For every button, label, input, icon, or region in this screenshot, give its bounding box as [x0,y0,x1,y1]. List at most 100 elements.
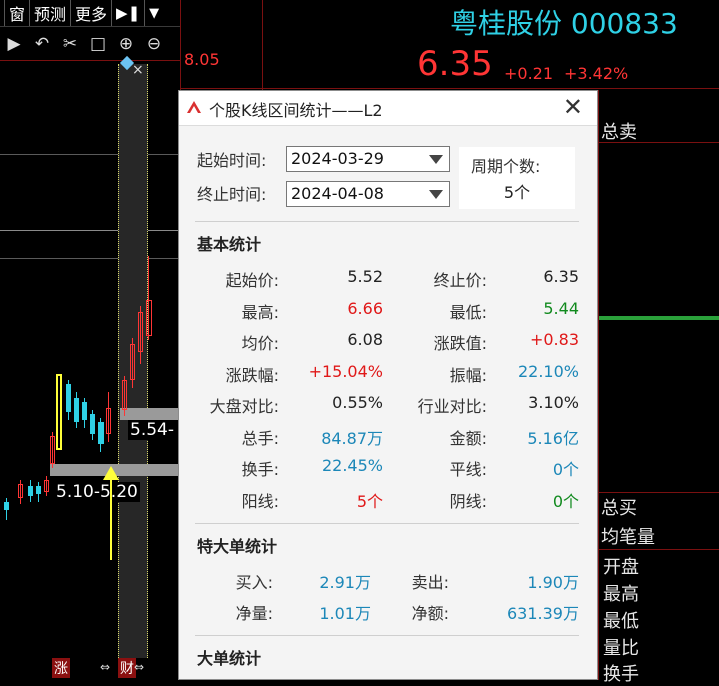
side-avg-lot: 均笔量 [601,527,655,548]
menu-more[interactable]: 更多 [71,0,113,26]
app-logo-icon [187,101,201,113]
undo-icon[interactable]: ↶ [30,32,54,56]
double-arrow-icon: ⇔ [100,660,111,674]
stock-title: 粤桂股份 000833 [450,7,678,40]
stat-value: 631.39万 [507,604,579,623]
stat-value: 22.45% [321,456,383,475]
side-divider [599,492,719,493]
stat-value: 0.55% [332,393,383,412]
candle [44,480,49,492]
stat-label: 终止价: [433,271,487,290]
range-bar-high [120,408,180,420]
stat-value: 5.44 [543,298,579,318]
play-circle-icon[interactable]: ▶︎ [2,32,26,56]
section-divider [195,523,579,524]
side-divider [599,549,719,550]
stat-value: 5个 [356,491,383,511]
candle [106,408,111,434]
chart-gridline [0,230,180,231]
stat-label: 换手: [241,460,279,479]
period-count-box: 周期个数: 5个 [459,147,575,209]
chart-gridline [0,258,180,259]
section-large-title: 大单统计 [197,649,262,668]
candle [82,402,87,420]
stat-value: 6.08 [347,330,383,349]
chart-gridline [0,154,180,155]
start-time-select[interactable]: 2024-03-29 [286,146,450,172]
side-high: 最高 [603,584,639,605]
candle [66,384,71,412]
stat-value: 22.10% [517,361,579,381]
stat-value: 6.35 [543,267,579,286]
end-time-select[interactable]: 2024-04-08 [286,181,450,207]
price-scale-tick [0,60,180,61]
stat-value: 84.87万 [321,428,383,448]
zoom-out-icon[interactable]: ⊖ [142,32,166,56]
end-time-value: 2024-04-08 [291,184,384,203]
candle [50,436,55,464]
stat-label: 行业对比: [417,397,487,416]
stat-value: 5.16亿 [527,428,579,448]
price-scale-value: 8.05 [184,50,220,69]
stat-label: 平线: [449,460,487,479]
section-divider [195,221,579,222]
mark-rise[interactable]: 涨 [52,658,70,678]
stat-value: 0个 [552,460,579,479]
stat-label: 阴线: [449,491,487,511]
candle [98,422,104,444]
kline-chart[interactable]: × 5.10-5.20 5.54- [0,55,180,658]
stat-value: 2.91万 [319,573,371,592]
start-time-label: 起始时间: [197,151,267,170]
stat-value: 6.66 [347,298,383,318]
candle [90,414,95,434]
skip-to-end-icon[interactable]: ▶❚ [112,0,146,26]
start-time-value: 2024-03-29 [291,149,384,168]
candle [146,300,152,336]
stat-label: 买入: [235,573,273,592]
menu-forecast[interactable]: 预测 [30,0,72,26]
end-time-label: 终止时间: [197,185,267,204]
stat-label: 阳线: [241,491,279,511]
menu-window[interactable]: 窗 [5,0,31,26]
dialog-title-bar[interactable]: 个股K线区间统计——L2 ✕ [179,91,597,126]
lock-icon[interactable]: □ [86,32,110,56]
side-low: 最低 [603,611,639,632]
close-selection-icon[interactable]: × [132,62,144,78]
stat-label: 金额: [449,428,487,448]
scissors-icon[interactable]: ✂ [58,32,82,56]
zoom-in-icon[interactable]: ⊕ [114,32,138,56]
candle [4,502,9,510]
stat-value: 3.10% [528,393,579,412]
stat-label: 总手: [241,428,279,448]
candle [28,486,33,496]
arrow-up-icon [110,470,112,560]
stat-label: 振幅: [449,365,487,385]
section-super-title: 特大单统计 [197,537,278,556]
stat-label: 净量: [235,604,273,623]
arrow-head [103,466,119,480]
side-turnover: 换手 [603,664,639,685]
stat-label: 起始价: [225,271,279,290]
candle [74,398,79,422]
stat-label: 最低: [449,302,487,322]
chevron-down-icon [429,155,443,164]
side-total-buy: 总买 [601,498,637,519]
range-label-low: 5.10-5.20 [54,482,140,502]
dropdown-arrow-icon[interactable]: ▼ [145,0,163,26]
interval-stats-dialog[interactable]: 个股K线区间统计——L2 ✕ 起始时间: 2024-03-29 终止时间: 20… [178,90,598,680]
side-divider [599,142,719,143]
double-arrow-icon: ⇔ [134,660,145,674]
top-menu-bar: 窗 预测 更多 ▶❚ ▼ [0,0,180,27]
candle [56,374,62,450]
stat-label: 净额: [411,604,449,623]
period-count-value: 5个 [503,183,531,202]
side-volume-ratio: 量比 [603,638,639,659]
chart-tool-icons: ▶︎ ↶ ✂ □ ⊕ ⊖ [0,28,182,60]
stat-value: 1.90万 [527,573,579,592]
candle [18,484,23,498]
stat-value: 5.52 [347,267,383,286]
side-total-sell: 总卖 [601,122,637,143]
close-icon[interactable]: ✕ [563,95,583,119]
side-balance-line [599,316,719,320]
stat-label: 均价: [241,334,279,353]
